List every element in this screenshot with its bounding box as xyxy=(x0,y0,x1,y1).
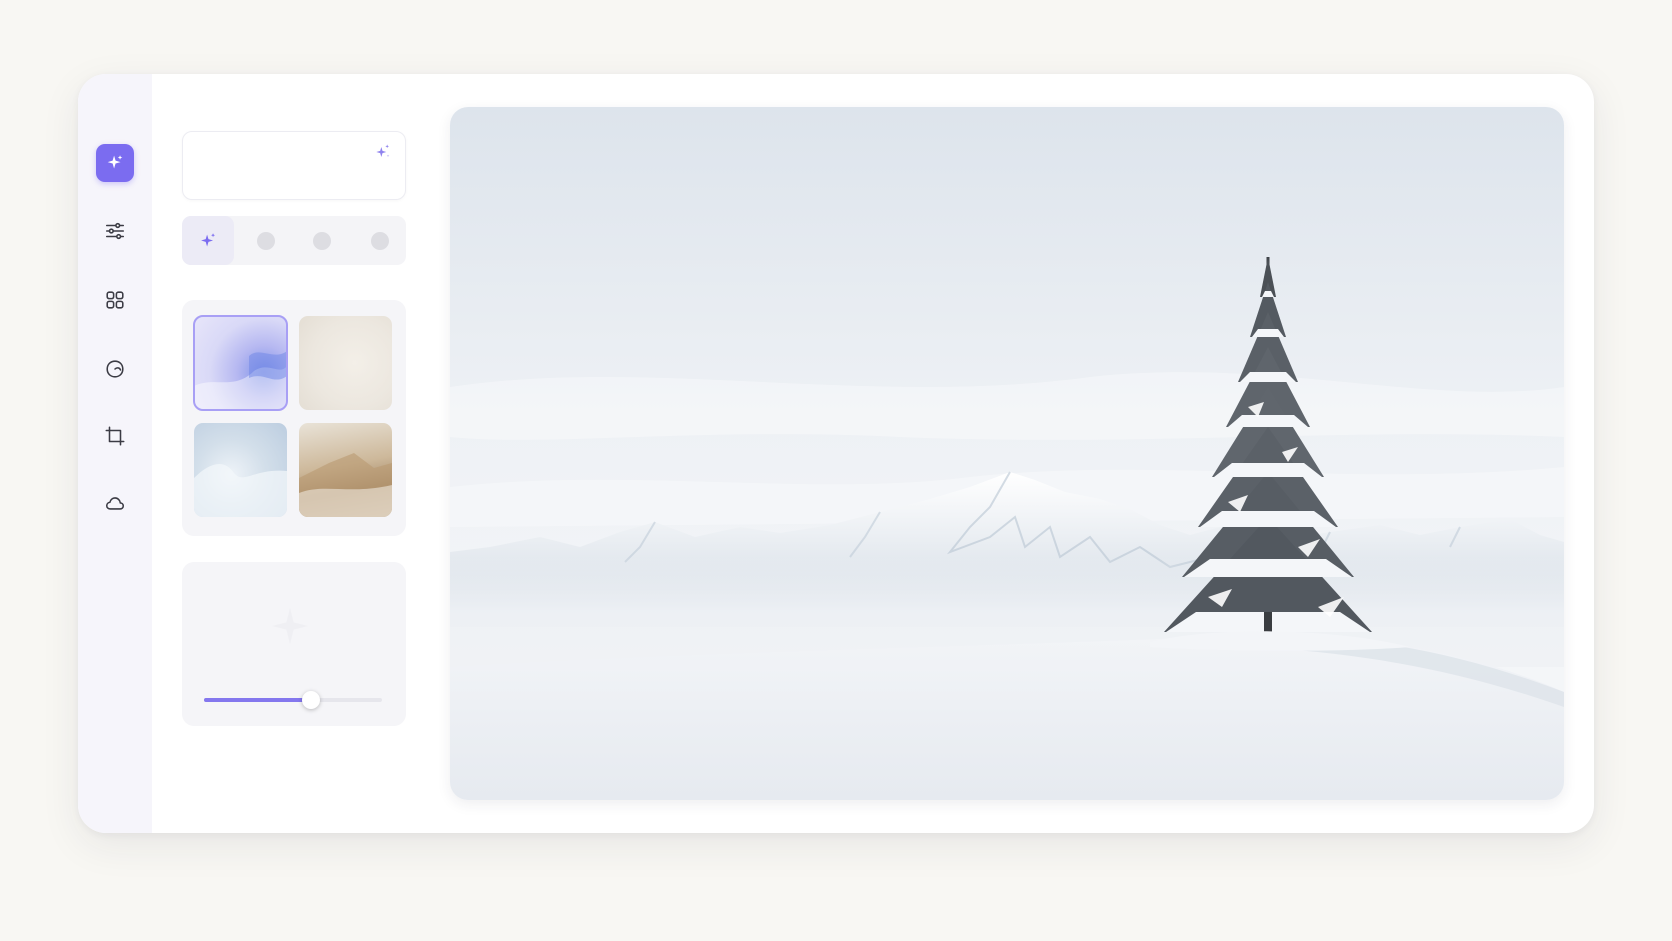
sparkle-icon xyxy=(201,232,216,246)
mode-button-4[interactable] xyxy=(361,216,399,265)
cloud-icon xyxy=(105,497,125,510)
rail-item-cloud[interactable] xyxy=(96,484,134,522)
preview-canvas[interactable] xyxy=(450,107,1564,800)
style-thumbnails xyxy=(182,300,406,536)
sparkle-icon xyxy=(272,608,308,644)
thumb-art xyxy=(299,453,392,517)
grid-icon xyxy=(106,291,124,309)
strength-slider[interactable] xyxy=(204,691,382,709)
strength-card xyxy=(182,562,406,726)
rail-item-adjust[interactable] xyxy=(96,212,134,250)
style-thumb-ice-blue[interactable] xyxy=(194,423,287,517)
prompt-input[interactable] xyxy=(195,142,369,164)
slider-handle[interactable] xyxy=(301,691,320,709)
preview-image xyxy=(450,107,1564,800)
sparkle-icon xyxy=(107,155,123,169)
thumb-art xyxy=(194,463,287,517)
thumb-art xyxy=(194,351,287,410)
mode-dot xyxy=(313,231,331,250)
crop-icon xyxy=(105,426,125,446)
sparkle-icon[interactable] xyxy=(373,142,393,162)
mode-dot xyxy=(257,231,275,250)
mode-button-2[interactable] xyxy=(247,216,285,265)
mode-button-3[interactable] xyxy=(303,216,341,265)
rail-item-gallery[interactable] xyxy=(96,281,134,319)
style-thumb-cream-mist[interactable] xyxy=(299,316,392,410)
mode-selector xyxy=(182,216,406,265)
mode-button-ai[interactable] xyxy=(182,216,234,265)
style-thumb-lavender-haze[interactable] xyxy=(193,315,288,411)
slider-fill xyxy=(204,698,311,702)
mode-dot xyxy=(371,231,389,250)
style-thumb-desert-dunes[interactable] xyxy=(299,423,392,517)
rail-item-shapes[interactable] xyxy=(96,350,134,388)
sliders-icon xyxy=(105,222,125,240)
app-window xyxy=(78,74,1594,833)
blob-shape-icon xyxy=(106,360,124,378)
prompt-box[interactable] xyxy=(182,131,406,200)
rail-item-generate[interactable] xyxy=(96,144,134,182)
rail-item-crop[interactable] xyxy=(96,417,134,455)
tool-rail xyxy=(78,74,152,833)
